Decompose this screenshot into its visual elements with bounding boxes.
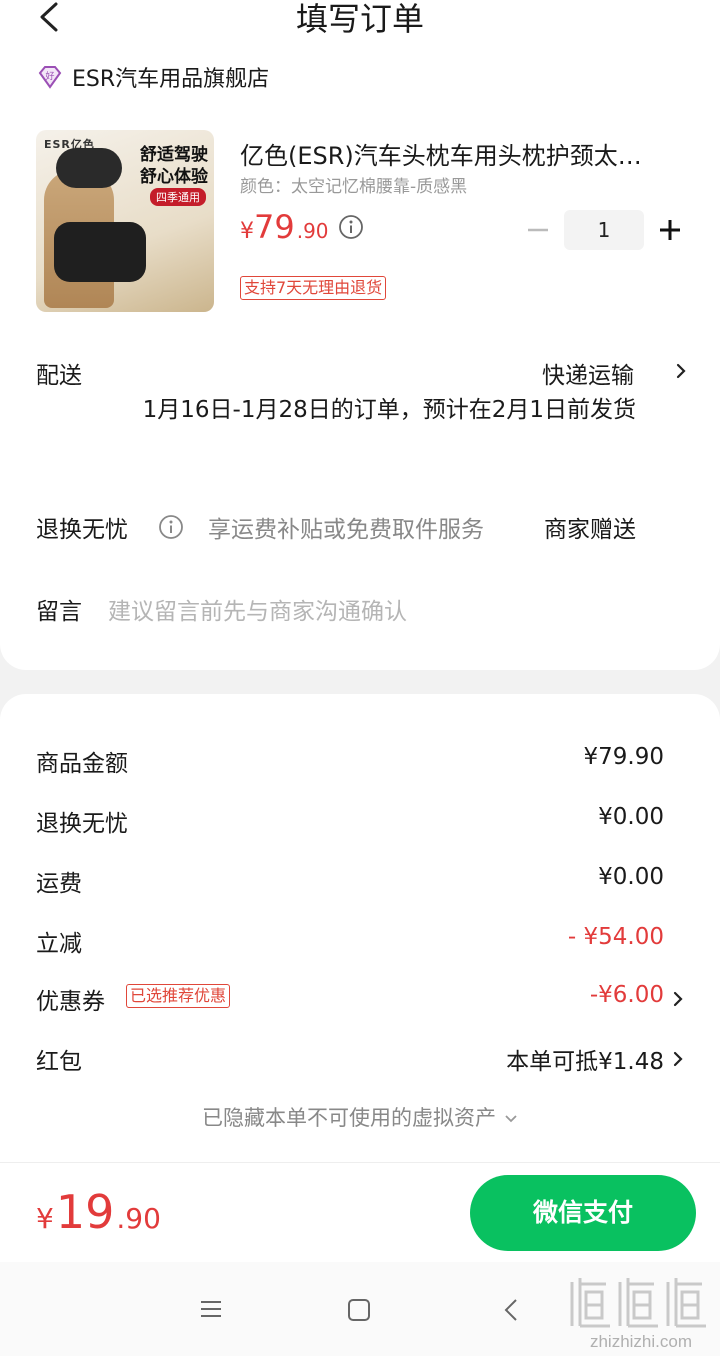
message-input[interactable]: 建议留言前先与商家沟通确认	[108, 592, 407, 626]
summary-red-packet-row[interactable]: 红包 本单可抵¥1.48	[36, 1042, 684, 1078]
summary-value: -¥6.00	[589, 982, 664, 1008]
price-summary-card: 商品金额 ¥79.90 退换无忧 ¥0.00 运费 ¥0.00 立减 - ¥54…	[0, 694, 720, 1162]
shop-row[interactable]: 好 ESR汽车用品旗舰店	[36, 60, 269, 94]
summary-label: 优惠券	[36, 989, 105, 1015]
header-bar: 填写订单	[0, 0, 720, 44]
lumbar-pillow-shape	[54, 222, 146, 282]
total-price: ¥ 19 .90	[36, 1185, 161, 1239]
summary-value: ¥0.00	[598, 804, 664, 830]
summary-label: 退换无忧	[36, 811, 128, 837]
price-symbol: ¥	[240, 219, 254, 244]
summary-goods-amount-row: 商品金额 ¥79.90	[36, 744, 684, 780]
home-icon[interactable]	[346, 1298, 372, 1322]
summary-label: 运费	[36, 871, 82, 897]
quantity-decrease-button[interactable]	[526, 210, 550, 250]
headrest-pillow-shape	[56, 148, 122, 188]
shop-name: ESR汽车用品旗舰店	[72, 67, 270, 92]
watermark: zhizhizhi.com	[566, 1274, 716, 1354]
summary-value: - ¥54.00	[567, 924, 664, 950]
chevron-right-icon	[673, 991, 683, 1007]
summary-label: 红包	[36, 1049, 82, 1075]
worry-free-label: 退换无忧	[36, 517, 128, 543]
price-decimal: .90	[296, 219, 329, 243]
product-image[interactable]: ESR亿色 舒适驾驶 舒心体验 四季通用	[36, 130, 214, 312]
summary-label: 商品金额	[36, 751, 128, 777]
summary-label: 立减	[36, 931, 82, 957]
worry-free-description: 享运费补贴或免费取件服务	[208, 517, 484, 543]
product-price: ¥ 79 .90	[240, 208, 329, 246]
product-title[interactable]: 亿色(ESR)汽车头枕车用头枕护颈太…	[240, 136, 680, 171]
product-image-slogan-2: 舒心体验	[140, 167, 208, 187]
payment-bar: ¥ 19 .90 微信支付	[0, 1162, 720, 1262]
total-integer: 19	[55, 1185, 115, 1239]
chevron-right-icon[interactable]	[674, 362, 688, 380]
summary-value: ¥0.00	[598, 864, 664, 890]
message-label: 留言	[36, 599, 82, 625]
price-info-icon[interactable]	[338, 214, 364, 240]
summary-freight-row: 运费 ¥0.00	[36, 864, 684, 900]
summary-coupon-row[interactable]: 优惠券 已选推荐优惠 -¥6.00	[36, 982, 684, 1018]
shipping-method[interactable]: 快递运输	[542, 356, 634, 390]
product-spec[interactable]: 颜色：太空记忆棉腰靠-质感黑	[240, 172, 467, 197]
summary-value: ¥79.90	[583, 744, 664, 770]
back-nav-icon[interactable]	[502, 1296, 520, 1324]
shop-diamond-icon: 好	[38, 66, 62, 89]
summary-discount-row: 立减 - ¥54.00	[36, 924, 684, 960]
system-nav-bar: zhizhizhi.com	[0, 1262, 720, 1356]
return-policy-tag: 支持7天无理由退货	[240, 276, 387, 300]
hidden-assets-label: 已隐藏本单不可使用的虚拟资产	[202, 1106, 496, 1130]
worry-free-value: 商家赠送	[544, 517, 636, 543]
coupon-selected-tag: 已选推荐优惠	[126, 984, 231, 1008]
order-card: 好 ESR汽车用品旗舰店 ESR亿色 舒适驾驶 舒心体验 四季通用 亿色(ESR…	[0, 44, 720, 670]
quantity-input[interactable]: 1	[564, 210, 644, 250]
summary-value: 本单可抵¥1.48	[506, 1049, 664, 1075]
price-integer: 79	[254, 208, 295, 246]
shipping-label: 配送	[36, 363, 82, 389]
chevron-down-icon	[505, 1115, 517, 1123]
quantity-increase-button[interactable]	[656, 212, 684, 248]
total-decimal: .90	[116, 1202, 161, 1235]
watermark-domain: zhizhizhi.com	[589, 1332, 693, 1351]
summary-worry-free-row: 退换无忧 ¥0.00	[36, 804, 684, 840]
worry-free-info-icon[interactable]	[158, 514, 184, 540]
svg-text:好: 好	[45, 70, 54, 82]
total-symbol: ¥	[36, 1202, 54, 1235]
page-title: 填写订单	[295, 0, 424, 38]
shipping-estimate: 1月16日-1月28日的订单，预计在2月1日前发货	[142, 397, 636, 423]
watermark-logo-icon	[570, 1278, 706, 1328]
chevron-right-icon	[673, 1051, 683, 1067]
product-image-tag: 四季通用	[150, 188, 206, 206]
wechat-pay-button[interactable]: 微信支付	[470, 1175, 696, 1251]
menu-icon[interactable]	[198, 1298, 224, 1320]
hidden-assets-toggle[interactable]: 已隐藏本单不可使用的虚拟资产	[0, 1102, 720, 1132]
